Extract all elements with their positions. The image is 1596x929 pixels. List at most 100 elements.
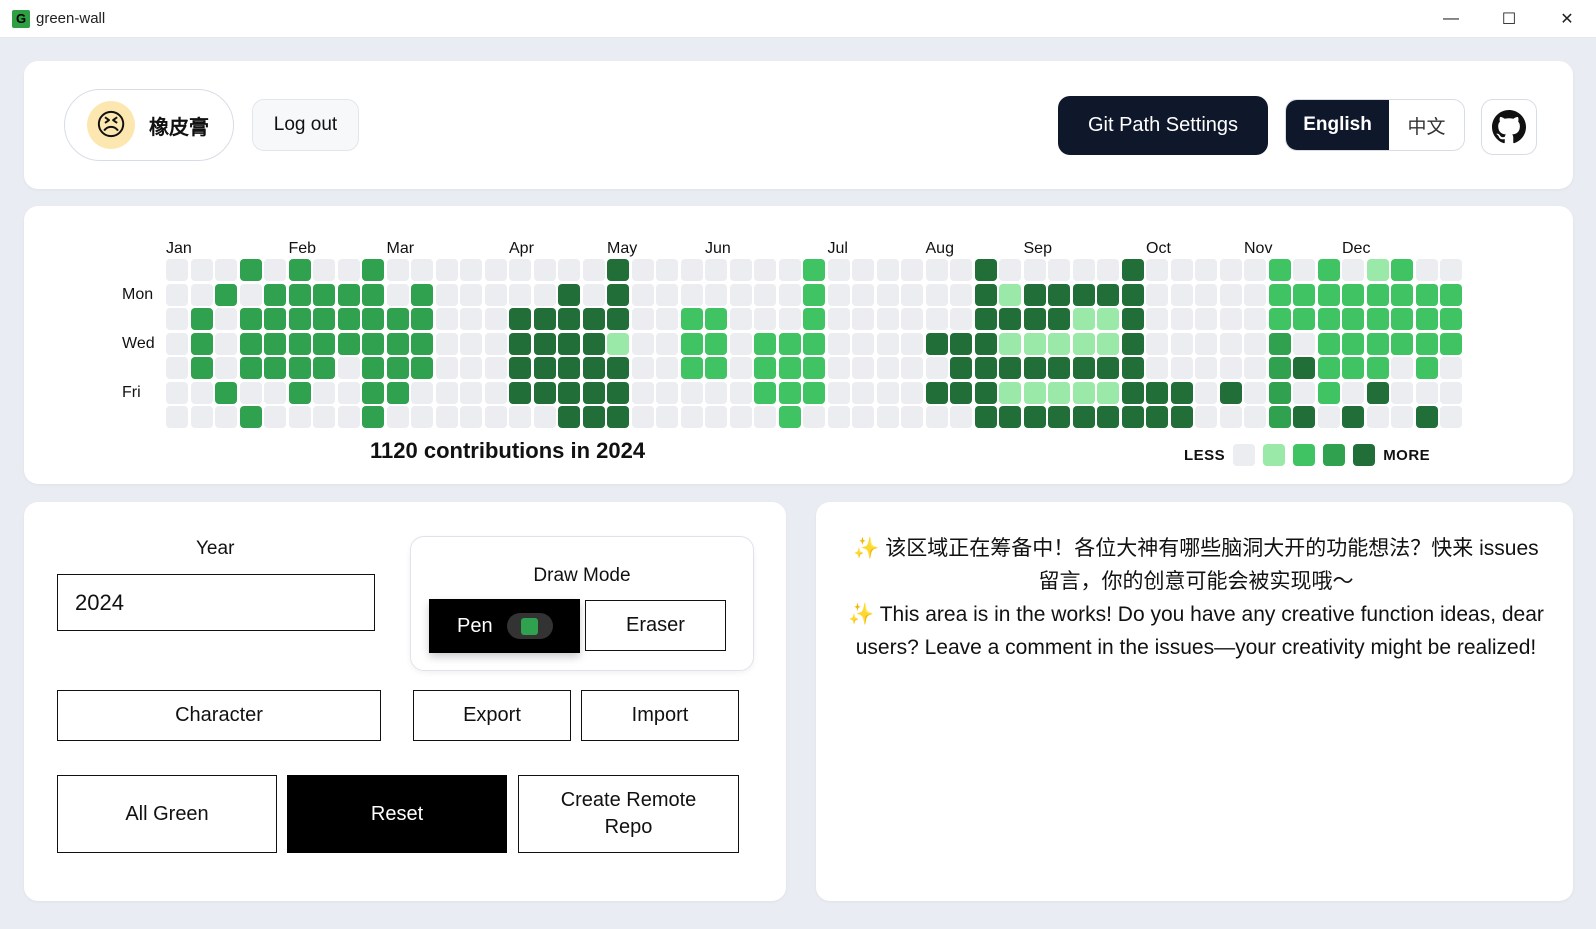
contribution-cell[interactable]	[411, 259, 433, 281]
contribution-cell[interactable]	[1415, 259, 1438, 281]
contribution-cell[interactable]	[1072, 381, 1095, 404]
contribution-cell[interactable]	[362, 406, 384, 428]
contribution-cell[interactable]	[852, 332, 874, 355]
contribution-cell[interactable]	[1146, 308, 1168, 330]
contribution-cell[interactable]	[729, 357, 752, 379]
logout-button[interactable]: Log out	[252, 99, 359, 151]
git-path-settings-button[interactable]: Git Path Settings	[1058, 96, 1268, 155]
contribution-cell[interactable]	[533, 357, 556, 379]
contribution-cell[interactable]	[901, 381, 923, 404]
contribution-cell[interactable]	[631, 259, 654, 281]
contribution-cell[interactable]	[974, 406, 997, 428]
contribution-cell[interactable]	[1146, 381, 1168, 404]
contribution-cell[interactable]	[1097, 259, 1119, 281]
contribution-cell[interactable]	[435, 308, 458, 330]
contribution-cell[interactable]	[533, 283, 556, 306]
contribution-cell[interactable]	[778, 381, 801, 404]
contribution-cell[interactable]	[1170, 332, 1193, 355]
contribution-cell[interactable]	[729, 381, 752, 404]
close-icon[interactable]: ✕	[1538, 0, 1596, 38]
contribution-cell[interactable]	[1244, 381, 1266, 404]
contribution-cell[interactable]	[631, 308, 654, 330]
contribution-cell[interactable]	[999, 357, 1021, 379]
contribution-cell[interactable]	[1219, 283, 1242, 306]
contribution-cell[interactable]	[1440, 283, 1462, 306]
contribution-cell[interactable]	[582, 357, 605, 379]
contribution-cell[interactable]	[925, 357, 948, 379]
contribution-cell[interactable]	[1317, 406, 1340, 428]
contribution-cell[interactable]	[239, 381, 262, 404]
contribution-cell[interactable]	[999, 259, 1021, 281]
contribution-cell[interactable]	[803, 381, 825, 404]
contribution-cell[interactable]	[411, 283, 433, 306]
contribution-cell[interactable]	[362, 283, 384, 306]
contribution-cell[interactable]	[288, 259, 311, 281]
contribution-cell[interactable]	[1219, 357, 1242, 379]
contribution-cell[interactable]	[680, 357, 703, 379]
contribution-cell[interactable]	[288, 357, 311, 379]
contribution-cell[interactable]	[852, 357, 874, 379]
contribution-cell[interactable]	[1146, 357, 1168, 379]
contribution-cell[interactable]	[239, 259, 262, 281]
contribution-cell[interactable]	[974, 332, 997, 355]
contribution-cell[interactable]	[215, 357, 237, 379]
contribution-cell[interactable]	[1121, 308, 1144, 330]
year-input[interactable]: 2024	[57, 574, 375, 631]
contribution-cell[interactable]	[729, 332, 752, 355]
contribution-cell[interactable]	[411, 308, 433, 330]
contribution-cell[interactable]	[533, 259, 556, 281]
contribution-cell[interactable]	[582, 406, 605, 428]
contribution-cell[interactable]	[607, 332, 629, 355]
contribution-cell[interactable]	[484, 381, 507, 404]
contribution-cell[interactable]	[999, 332, 1021, 355]
contribution-cell[interactable]	[239, 357, 262, 379]
contribution-cell[interactable]	[827, 332, 850, 355]
contribution-cell[interactable]	[1023, 283, 1046, 306]
contribution-cell[interactable]	[950, 381, 972, 404]
contribution-cell[interactable]	[386, 381, 409, 404]
contribution-cell[interactable]	[656, 308, 678, 330]
contribution-cell[interactable]	[1072, 406, 1095, 428]
contribution-cell[interactable]	[950, 308, 972, 330]
github-button[interactable]	[1481, 99, 1537, 155]
contribution-cell[interactable]	[827, 283, 850, 306]
contribution-cell[interactable]	[1440, 332, 1462, 355]
contribution-cell[interactable]	[239, 283, 262, 306]
contribution-cell[interactable]	[1121, 357, 1144, 379]
contribution-cell[interactable]	[1293, 357, 1315, 379]
contribution-cell[interactable]	[656, 332, 678, 355]
contribution-cell[interactable]	[876, 259, 899, 281]
contribution-cell[interactable]	[974, 357, 997, 379]
contribution-cell[interactable]	[166, 357, 188, 379]
contribution-cell[interactable]	[852, 406, 874, 428]
contribution-cell[interactable]	[999, 406, 1021, 428]
contribution-cell[interactable]	[852, 259, 874, 281]
contribution-cell[interactable]	[852, 283, 874, 306]
contribution-cell[interactable]	[1440, 259, 1462, 281]
contribution-cell[interactable]	[925, 259, 948, 281]
contribution-cell[interactable]	[1391, 308, 1413, 330]
contribution-cell[interactable]	[680, 332, 703, 355]
lang-english-button[interactable]: English	[1286, 100, 1389, 150]
contribution-cell[interactable]	[460, 381, 482, 404]
contribution-cell[interactable]	[337, 308, 360, 330]
contribution-cell[interactable]	[533, 381, 556, 404]
contribution-cell[interactable]	[705, 283, 727, 306]
contribution-cell[interactable]	[1121, 283, 1144, 306]
contribution-cell[interactable]	[1440, 381, 1462, 404]
contribution-cell[interactable]	[876, 308, 899, 330]
contribution-cell[interactable]	[1023, 332, 1046, 355]
contribution-cell[interactable]	[1415, 332, 1438, 355]
contribution-cell[interactable]	[729, 283, 752, 306]
contribution-cell[interactable]	[876, 332, 899, 355]
contribution-cell[interactable]	[778, 283, 801, 306]
contribution-cell[interactable]	[313, 259, 335, 281]
contribution-cell[interactable]	[1219, 308, 1242, 330]
contribution-cell[interactable]	[362, 259, 384, 281]
contribution-cell[interactable]	[901, 259, 923, 281]
contribution-cell[interactable]	[484, 283, 507, 306]
contribution-cell[interactable]	[337, 332, 360, 355]
contribution-cell[interactable]	[386, 406, 409, 428]
contribution-cell[interactable]	[803, 332, 825, 355]
contribution-cell[interactable]	[607, 381, 629, 404]
